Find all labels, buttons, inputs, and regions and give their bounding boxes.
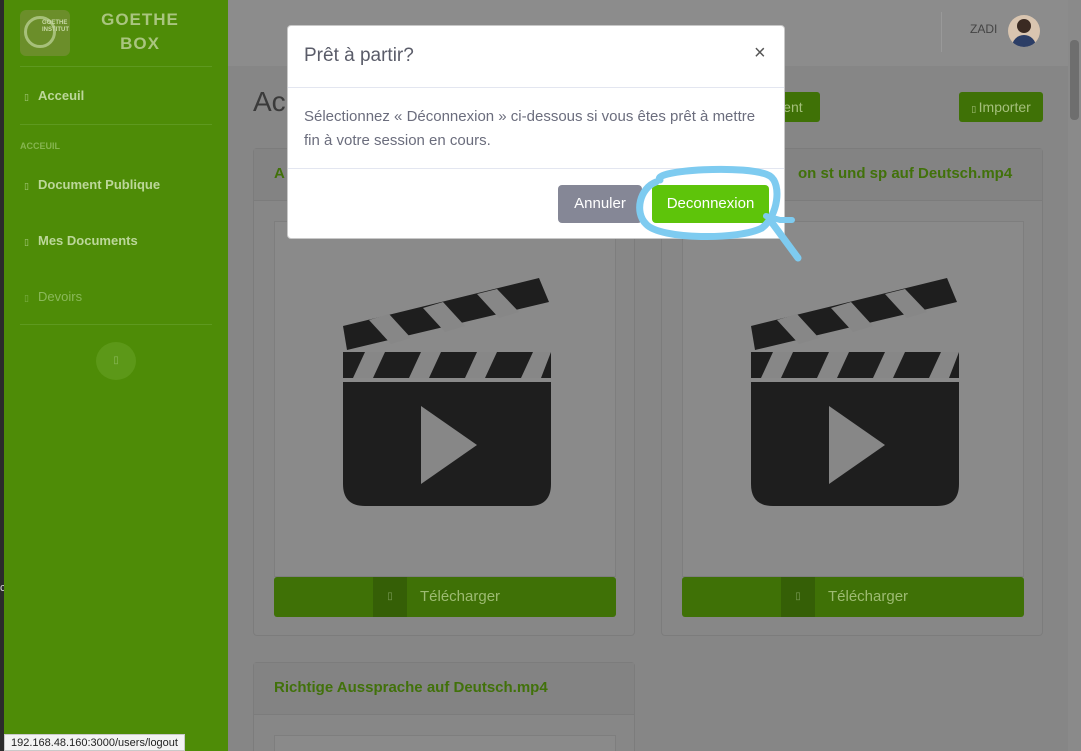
sidebar: GOETHE INSTITUT GOETHE BOX ▯ Acceuil ACCE… — [4, 0, 228, 751]
file-icon: ▯ — [24, 237, 29, 247]
download-button[interactable]: ▯ Télécharger — [682, 577, 1024, 617]
video-clapper-icon — [343, 278, 551, 506]
user-avatar[interactable] — [1008, 15, 1040, 47]
sidebar-toggle-button[interactable]: ▯ — [96, 342, 136, 380]
modal-divider — [288, 87, 784, 88]
card-header: Richtige Aussprache auf Deutsch.mp4 — [254, 663, 634, 715]
video-thumbnail[interactable] — [274, 735, 616, 751]
folder-icon: ▯ — [24, 181, 29, 191]
card-title[interactable]: on st und sp auf Deutsch.mp4 — [798, 165, 1012, 182]
video-thumbnail[interactable] — [682, 221, 1024, 577]
video-card: Richtige Aussprache auf Deutsch.mp4 — [253, 662, 635, 751]
sidebar-item-acceuil[interactable]: ▯ Acceuil — [24, 88, 84, 103]
sidebar-item-label: Devoirs — [38, 289, 83, 304]
card-title[interactable]: A — [274, 165, 285, 182]
logo-text: GOETHE INSTITUT — [42, 20, 69, 33]
sidebar-item-document-publique[interactable]: ▯ Document Publique — [24, 177, 160, 192]
sidebar-divider — [20, 124, 212, 125]
topbar-divider — [941, 12, 942, 52]
import-button-label: Importer — [978, 99, 1031, 115]
brand[interactable]: GOETHE INSTITUT GOETHE BOX — [4, 0, 228, 66]
download-icon: ▯ — [373, 577, 407, 617]
scrollbar-thumb[interactable] — [1070, 40, 1079, 120]
sidebar-divider — [20, 324, 212, 325]
brand-name-line2: BOX — [120, 34, 160, 53]
brand-name: GOETHE BOX — [100, 8, 180, 56]
modal-title: Prêt à partir? — [304, 45, 414, 66]
sidebar-divider — [20, 66, 212, 67]
task-icon: ▯ — [24, 293, 29, 303]
upload-icon: ▯ — [971, 104, 979, 114]
sidebar-item-label: Acceuil — [38, 88, 85, 103]
status-bar-url: 192.168.48.160:3000/users/logout — [4, 734, 185, 751]
sidebar-item-label: Document Publique — [38, 177, 161, 192]
video-thumbnail[interactable] — [274, 221, 616, 577]
download-label: Télécharger — [828, 588, 909, 605]
download-label: Télécharger — [420, 588, 501, 605]
sidebar-item-devoirs[interactable]: ▯ Devoirs — [24, 289, 82, 304]
page-title: Ac — [253, 86, 286, 117]
page-scrollbar[interactable] — [1068, 0, 1081, 751]
user-name[interactable]: ZADI — [970, 22, 997, 36]
download-icon: ▯ — [781, 577, 815, 617]
highlight-annotation — [636, 165, 802, 262]
chevron-left-icon: ▯ — [113, 355, 119, 366]
modal-body-text: Sélectionnez « Déconnexion » ci-dessous … — [304, 108, 756, 149]
video-clapper-icon — [751, 278, 959, 506]
card-title[interactable]: Richtige Aussprache auf Deutsch.mp4 — [274, 679, 548, 696]
download-button[interactable]: ▯ Télécharger — [274, 577, 616, 617]
sidebar-heading: ACCEUIL — [20, 141, 60, 151]
import-button[interactable]: ▯ Importer — [959, 92, 1043, 122]
brand-name-line1: GOETHE — [101, 10, 179, 29]
goethe-logo: GOETHE INSTITUT — [20, 10, 70, 56]
home-icon: ▯ — [24, 92, 29, 102]
close-icon[interactable]: × — [754, 42, 766, 65]
sidebar-item-mes-documents[interactable]: ▯ Mes Documents — [24, 233, 138, 248]
sidebar-item-label: Mes Documents — [38, 233, 138, 248]
